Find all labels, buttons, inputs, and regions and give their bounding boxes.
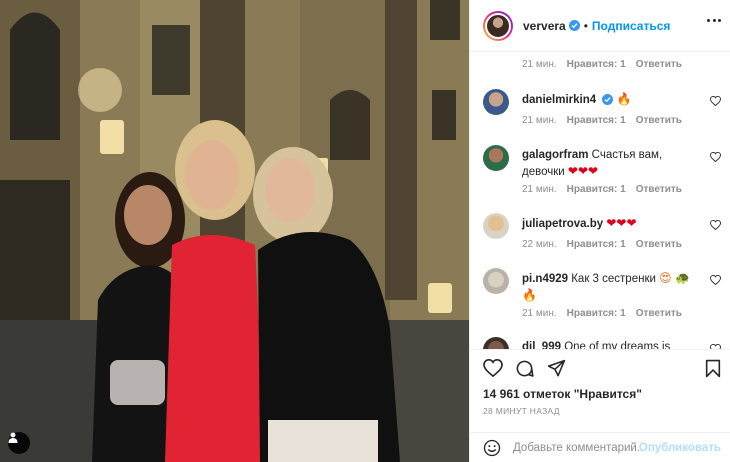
comment-likes-link[interactable]: Нравится: 1: [567, 308, 626, 319]
post-header: ververa • Подписаться: [470, 0, 730, 52]
author-username[interactable]: ververa: [523, 19, 566, 33]
heart-icon[interactable]: [710, 96, 721, 106]
verified-icon: [602, 94, 614, 105]
comment-emoji: ❤❤❤: [606, 216, 637, 230]
user-tag-icon: [8, 432, 18, 443]
comment-reply-button[interactable]: Ответить: [636, 184, 682, 195]
comment-emoji: ❤❤❤: [567, 164, 599, 178]
heart-icon[interactable]: [710, 220, 721, 230]
comment-icon[interactable]: [515, 359, 534, 378]
comment-username[interactable]: pi.n4929: [522, 273, 568, 285]
avatar[interactable]: [483, 268, 509, 294]
comment-input[interactable]: [513, 441, 643, 454]
comment-body: pi.n4929 Как 3 сестренки 😍 🐢 🔥: [522, 270, 702, 304]
comment-time: 21 мин.: [522, 115, 557, 126]
likes-count[interactable]: 14 961 отметок "Нравится": [483, 387, 642, 401]
share-icon[interactable]: [547, 359, 566, 378]
comment-likes-link[interactable]: Нравится: 1: [567, 184, 626, 195]
avatar[interactable]: [483, 145, 509, 171]
comment-meta: 22 мин. Нравится: 1 Ответить: [522, 239, 682, 250]
comment-reply-button[interactable]: Ответить: [636, 308, 682, 319]
heart-icon[interactable]: [710, 152, 721, 162]
comment-reply-button[interactable]: Ответить: [636, 239, 682, 250]
comment-text: Как 3 сестренки: [571, 273, 656, 285]
verified-icon: [568, 20, 580, 31]
avatar[interactable]: [483, 337, 509, 349]
post-photo[interactable]: [0, 0, 469, 462]
comment-username[interactable]: danielmirkin4: [522, 94, 596, 106]
emoji-icon[interactable]: [483, 439, 501, 457]
post-timestamp: 28 МИНУТ НАЗАД: [483, 406, 560, 416]
avatar[interactable]: [483, 89, 509, 115]
comment-reply-button[interactable]: Ответить: [636, 115, 682, 126]
comment-username[interactable]: galagorfram: [522, 149, 588, 161]
comment-text: One of my dreams is: [564, 341, 671, 349]
follow-button[interactable]: Подписаться: [592, 19, 670, 33]
author-avatar[interactable]: [483, 10, 513, 41]
comments-list[interactable]: 21 мин. Нравится: 1 Ответить danielmirki…: [470, 53, 730, 349]
bookmark-icon[interactable]: [705, 359, 721, 378]
heart-icon[interactable]: [710, 275, 721, 285]
comment-meta: 21 мин. Нравится: 1 Ответить: [522, 184, 682, 195]
comment-time: 22 мин.: [522, 239, 557, 250]
post-sidebar: ververa • Подписаться 21 мин. Нравится: …: [469, 0, 730, 462]
publish-button[interactable]: Опубликовать: [639, 442, 721, 454]
comment-username[interactable]: juliapetrova.by: [522, 218, 603, 230]
post-actions: [470, 349, 730, 385]
comment-likes-link[interactable]: Нравится: 1: [567, 59, 626, 70]
comment-time: 21 мин.: [522, 184, 557, 195]
comment-body: juliapetrova.by ❤❤❤: [522, 215, 702, 232]
photo-illustration: [0, 0, 469, 462]
comment-emoji: 🔥: [616, 92, 632, 106]
more-options-icon[interactable]: [707, 19, 721, 23]
comment-username[interactable]: dil_999: [522, 341, 561, 349]
separator-dot: •: [583, 18, 588, 33]
add-comment-bar: Опубликовать: [470, 432, 730, 462]
comment-body: dil_999 One of my dreams is: [522, 339, 702, 349]
comment-body: galagorfram Счастья вам, девочки ❤❤❤: [522, 147, 702, 180]
comment-time: 21 мин.: [522, 308, 557, 319]
comment-time: 21 мин.: [522, 59, 557, 70]
comment-reply-button[interactable]: Ответить: [636, 59, 682, 70]
comment-likes-link[interactable]: Нравится: 1: [567, 115, 626, 126]
comment-meta: 21 мин. Нравится: 1 Ответить: [522, 115, 682, 126]
comment-likes-link[interactable]: Нравится: 1: [567, 239, 626, 250]
comment-meta: 21 мин. Нравится: 1 Ответить: [522, 59, 682, 70]
comment-body: danielmirkin4 🔥: [522, 91, 702, 108]
avatar[interactable]: [483, 213, 509, 239]
user-tag-button[interactable]: [8, 432, 30, 454]
heart-icon[interactable]: [483, 359, 503, 377]
comment-meta: 21 мин. Нравится: 1 Ответить: [522, 308, 682, 319]
